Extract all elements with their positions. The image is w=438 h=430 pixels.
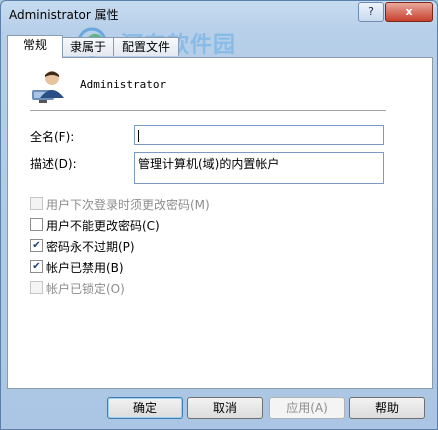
checkbox-box-checked[interactable]: ✔ <box>30 260 43 273</box>
cancel-button[interactable]: 取消 <box>187 397 263 419</box>
help-title-button[interactable]: ? <box>358 2 384 22</box>
user-avatar-icon <box>32 71 64 103</box>
checkbox-box-checked[interactable]: ✔ <box>30 239 43 252</box>
checkbox-label: 用户下次登录时须更改密码(M) <box>46 198 210 212</box>
checkbox-label: 用户不能更改密码(C) <box>46 219 160 233</box>
properties-window: Administrator 属性 ? x 河东软件园 www.pc0359.cn… <box>0 0 438 430</box>
divider <box>30 110 386 111</box>
description-input[interactable]: 管理计算机(域)的内置帐户 <box>134 152 384 184</box>
tab-general[interactable]: 常规 <box>7 35 63 58</box>
window-title: Administrator 属性 <box>9 8 119 22</box>
title-bar[interactable]: Administrator 属性 ? x <box>1 1 437 25</box>
help-button[interactable]: 帮助 <box>349 397 425 419</box>
checkbox-label: 密码永不过期(P) <box>46 240 135 254</box>
fullname-input[interactable] <box>134 125 384 145</box>
close-button[interactable]: x <box>385 2 433 22</box>
checkbox-label: 帐户已禁用(B) <box>46 261 124 275</box>
ok-button[interactable]: 确定 <box>107 397 183 419</box>
text-caret <box>138 129 139 142</box>
tab-profile[interactable]: 配置文件 <box>113 37 179 56</box>
description-label: 描述(D): <box>30 157 77 171</box>
checkbox-box[interactable] <box>30 197 43 210</box>
user-name: Administrator <box>80 78 167 91</box>
checkbox-label: 帐户已锁定(O) <box>46 282 125 296</box>
checkbox-box[interactable] <box>30 218 43 231</box>
checkbox-box[interactable] <box>30 281 43 294</box>
tab-member-of[interactable]: 隶属于 <box>61 37 115 56</box>
apply-button[interactable]: 应用(A) <box>269 397 345 419</box>
general-tab-panel: Administrator 全名(F): 描述(D): 管理计算机(域)的内置帐… <box>7 57 433 389</box>
fullname-label: 全名(F): <box>30 130 75 144</box>
